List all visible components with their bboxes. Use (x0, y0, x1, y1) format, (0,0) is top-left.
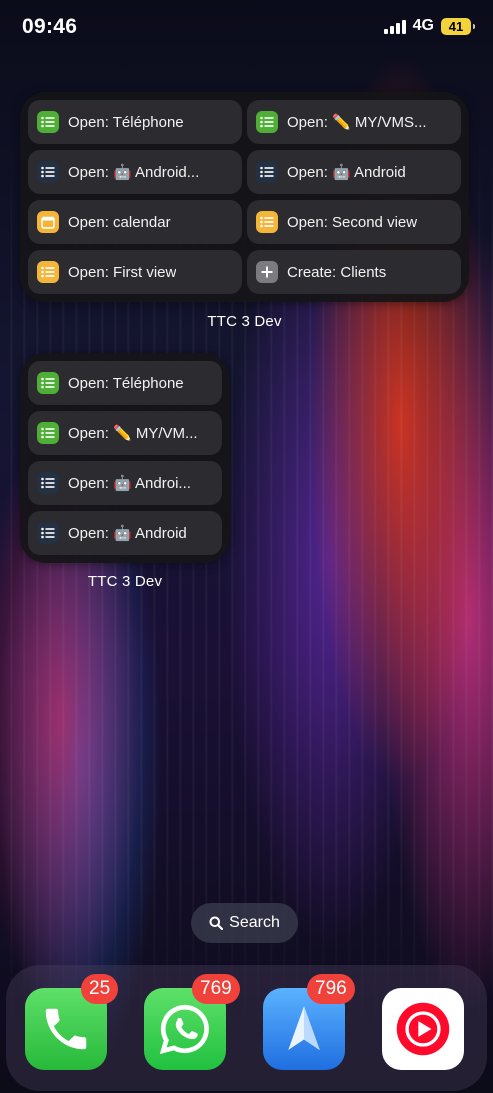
widget-title: TTC 3 Dev (87, 573, 163, 590)
shortcut-button[interactable]: Open: 🤖 Android (28, 511, 222, 555)
calendar-icon (37, 211, 59, 233)
shortcut-button[interactable]: Open: First view (28, 250, 242, 294)
status-bar: 09:46 4G 41 (0, 0, 493, 52)
cellular-signal-icon (383, 19, 406, 34)
shortcut-label: Open: Second view (287, 213, 418, 231)
list-icon (37, 472, 59, 494)
magnifier-icon (209, 916, 224, 930)
spotlight-search-button[interactable]: Search (191, 903, 298, 943)
network-type: 4G (412, 17, 434, 34)
shortcut-button[interactable]: Open: Téléphone (28, 100, 242, 144)
list-icon (37, 111, 59, 133)
whatsapp-icon (159, 1004, 209, 1055)
shortcut-button[interactable]: Open: Téléphone (28, 361, 222, 405)
shortcut-label: Open: 🤖 Androi... (68, 475, 191, 492)
widget-title: TTC 3 Dev (207, 313, 282, 330)
list-icon (37, 161, 59, 183)
list-icon (37, 261, 59, 283)
shortcut-button[interactable]: Open: Second view (247, 200, 461, 244)
shortcut-button[interactable]: Open: ✏️ MY/VMS... (247, 100, 461, 144)
shortcut-label: Open: 🤖 Android... (68, 164, 200, 181)
shortcuts-widget-large: Open: Téléphone Open: ✏️ MY/VMS... Open:… (20, 92, 469, 302)
shortcuts-widget-small: Open: Téléphone Open: ✏️ MY/VM... Open: … (20, 353, 230, 563)
shortcut-label: Open: 🤖 Android (68, 525, 187, 542)
phone-icon (45, 1008, 87, 1050)
battery-level: 41 (448, 18, 464, 34)
shortcut-button[interactable]: Open: calendar (28, 200, 242, 244)
list-icon (37, 422, 59, 444)
notification-badge: 25 (81, 974, 119, 1004)
whatsapp-app[interactable]: 769 (144, 974, 240, 1070)
list-icon (256, 211, 278, 233)
plus-icon (256, 261, 278, 283)
shortcut-label: Open: First view (68, 263, 177, 281)
list-icon (256, 111, 278, 133)
search-label: Search (229, 914, 280, 931)
list-icon (256, 161, 278, 183)
notification-badge: 769 (192, 974, 240, 1004)
list-icon (37, 522, 59, 544)
youtube-music-app[interactable] (382, 988, 464, 1070)
spark-mail-app[interactable]: 796 (263, 974, 355, 1070)
list-icon (37, 372, 59, 394)
shortcut-button[interactable]: Open: 🤖 Androi... (28, 461, 222, 505)
shortcut-button[interactable]: Open: 🤖 Android... (28, 150, 242, 194)
shortcut-label: Create: Clients (287, 263, 387, 281)
notification-badge: 796 (307, 974, 355, 1004)
paper-plane-icon (288, 1006, 320, 1050)
shortcut-label: Open: Téléphone (68, 374, 184, 392)
battery-icon: 41 (441, 17, 475, 35)
status-indicators: 4G 41 (383, 17, 475, 35)
shortcut-button[interactable]: Open: ✏️ MY/VM... (28, 411, 222, 455)
shortcut-button[interactable]: Open: 🤖 Android (247, 150, 461, 194)
phone-app[interactable]: 25 (25, 974, 119, 1070)
shortcut-label: Open: ✏️ MY/VMS... (287, 114, 427, 131)
youtube-music-icon (396, 1002, 450, 1056)
shortcut-label: Open: ✏️ MY/VM... (68, 425, 198, 442)
shortcut-label: Open: 🤖 Android (287, 164, 406, 181)
shortcut-label: Open: Téléphone (68, 113, 184, 131)
shortcut-label: Open: calendar (68, 213, 171, 231)
status-time: 09:46 (22, 15, 78, 38)
shortcut-button[interactable]: Create: Clients (247, 250, 461, 294)
